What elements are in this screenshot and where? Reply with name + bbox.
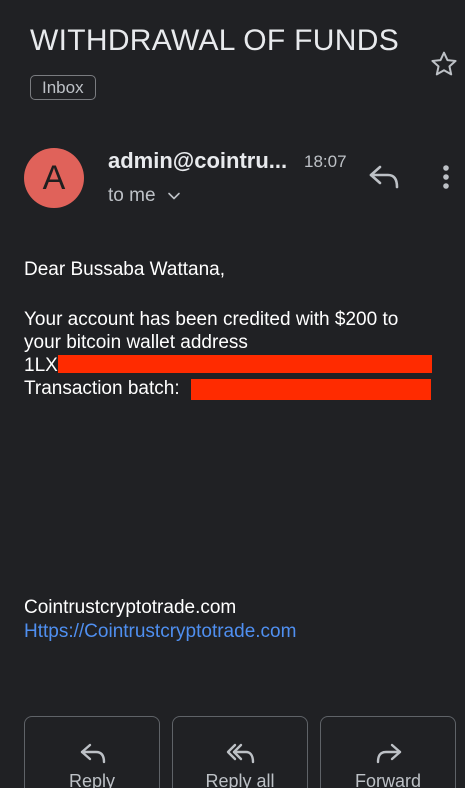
- reply-all-button[interactable]: Reply all: [172, 716, 308, 788]
- signature: Cointrustcryptotrade.com Https://Cointru…: [24, 596, 296, 644]
- body-line-2: your bitcoin wallet address: [24, 332, 248, 353]
- reply-all-button-label: Reply all: [205, 771, 275, 788]
- forward-button[interactable]: Forward: [320, 716, 456, 788]
- reply-button[interactable]: Reply: [24, 716, 160, 788]
- forward-icon: [376, 743, 402, 764]
- greeting: Dear Bussaba Wattana,: [24, 259, 226, 280]
- reply-icon[interactable]: [366, 160, 402, 194]
- transaction-batch-line: Transaction batch:: [24, 377, 444, 400]
- batch-label: Transaction batch:: [24, 378, 180, 399]
- avatar[interactable]: A: [24, 148, 84, 208]
- inbox-label-chip[interactable]: Inbox: [30, 75, 96, 100]
- star-icon[interactable]: [428, 48, 460, 80]
- body-line-1: Your account has been credited with $200…: [24, 309, 399, 330]
- signature-site: Cointrustcryptotrade.com: [24, 597, 237, 618]
- action-bar: Reply Reply all Forward: [0, 716, 465, 788]
- recipient-label: to me: [108, 185, 156, 206]
- recipient-toggle[interactable]: to me: [108, 185, 182, 207]
- address-prefix: 1LX: [24, 355, 58, 376]
- reply-button-label: Reply: [68, 771, 116, 788]
- forward-button-label: Forward: [354, 771, 421, 788]
- email-view: WITHDRAWAL OF FUNDS Inbox A admin@cointr…: [0, 0, 465, 788]
- sender-name[interactable]: admin@cointru...: [108, 148, 287, 174]
- email-subject: WITHDRAWAL OF FUNDS: [30, 24, 400, 57]
- signature-link[interactable]: Https://Cointrustcryptotrade.com: [24, 620, 296, 644]
- redaction-bar: [191, 379, 431, 400]
- email-body: Dear Bussaba Wattana, Your account has b…: [24, 258, 444, 400]
- reply-icon: [80, 743, 106, 764]
- chevron-down-icon: [167, 192, 180, 200]
- reply-all-icon: [226, 743, 255, 764]
- email-time: 18:07: [304, 152, 347, 171]
- wallet-address-line: 1LX: [24, 354, 444, 377]
- more-options-icon[interactable]: [434, 162, 458, 192]
- redaction-bar: [58, 355, 432, 373]
